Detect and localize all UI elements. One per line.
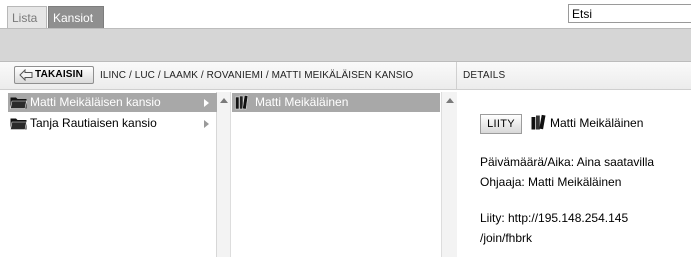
details-header: DETAILS xyxy=(463,70,506,81)
room-label: Matti Meikäläinen xyxy=(255,95,349,109)
chevron-right-icon xyxy=(204,99,209,107)
tab-kansiot[interactable]: Kansiot xyxy=(48,6,104,28)
room-column xyxy=(217,92,457,257)
folder-item[interactable]: Tanja Rautiaisen kansio xyxy=(8,114,217,133)
breadcrumb: ILINC / LUC / LAAMK / ROVANIEMI / MATTI … xyxy=(100,70,414,81)
room-item[interactable]: Matti Meikäläinen xyxy=(232,93,440,112)
folder-label: Matti Meikäläisen kansio xyxy=(30,95,161,109)
detail-host: Ohjaaja: Matti Meikäläinen xyxy=(480,175,622,189)
scrollbar[interactable] xyxy=(441,92,457,257)
header-divider xyxy=(456,62,457,90)
book-icon xyxy=(235,95,249,110)
chevron-right-icon xyxy=(204,120,209,128)
toolbar-strip xyxy=(0,28,691,62)
scroll-up-icon[interactable] xyxy=(220,98,228,103)
detail-join-link[interactable]: Liity: http://195.148.254.145 xyxy=(480,211,628,225)
detail-datetime: Päivämäärä/Aika: Aina saatavilla xyxy=(480,155,655,169)
scroll-up-icon[interactable] xyxy=(446,98,454,103)
folder-icon xyxy=(10,118,27,130)
back-arrow-icon xyxy=(19,69,33,81)
folder-icon xyxy=(10,97,27,109)
folder-label: Tanja Rautiaisen kansio xyxy=(30,116,157,130)
folder-item[interactable]: Matti Meikäläisen kansio xyxy=(8,93,217,112)
scrollbar[interactable] xyxy=(217,92,231,257)
detail-room-name: Matti Meikäläinen xyxy=(550,116,644,130)
join-button[interactable]: LIITY xyxy=(480,114,522,134)
book-icon xyxy=(531,114,546,130)
detail-join-link-cont[interactable]: /join/fhbrk xyxy=(480,231,532,245)
tab-lista[interactable]: Lista xyxy=(7,6,47,28)
search-input[interactable] xyxy=(568,4,691,23)
